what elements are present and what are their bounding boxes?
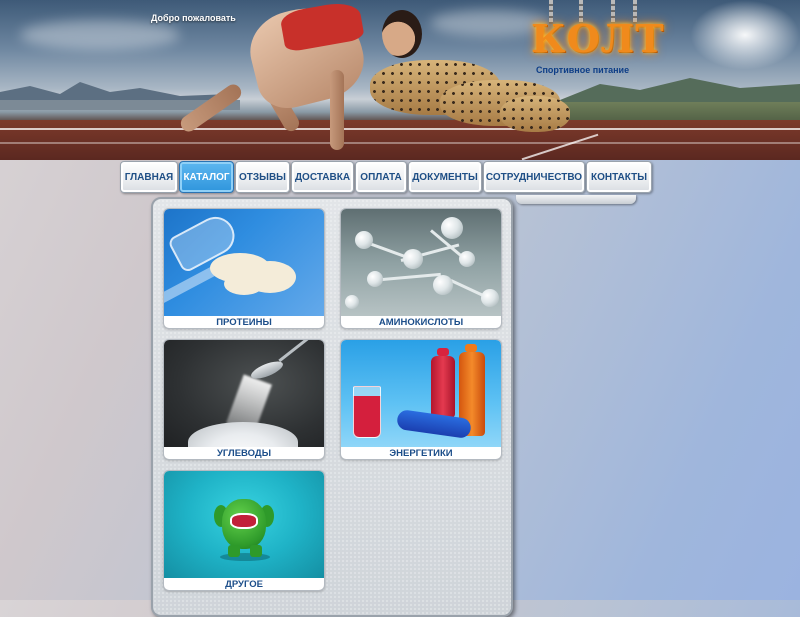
monster-mouth [230, 513, 258, 529]
lane-line [0, 142, 800, 144]
nav-item-contacts[interactable]: КОНТАКТЫ [586, 161, 652, 193]
category-label: ДРУГОЕ [225, 579, 263, 590]
lane-line [521, 133, 599, 160]
atom [441, 217, 463, 239]
nav-underline [516, 195, 636, 204]
bottle-cap [437, 348, 449, 356]
energy-drinks-image [341, 340, 501, 447]
protein-powder-image [164, 209, 324, 316]
lane-line [0, 128, 800, 130]
catalog-panel: ПРОТЕИНЫ АМИНОКИСЛОТЫ УГЛЕВОДЫ ЭНЕРГЕТИК… [151, 197, 513, 617]
category-card-carbs[interactable]: УГЛЕВОДЫ [163, 339, 325, 460]
sugar-pile [188, 422, 298, 447]
bottle-cap [465, 344, 477, 352]
category-label: УГЛЕВОДЫ [216, 448, 272, 459]
welcome-text: Добро пожаловать [151, 13, 236, 23]
atom [403, 249, 423, 269]
atom [459, 251, 475, 267]
site-logo[interactable]: КОЛТ [531, 20, 665, 58]
atom [355, 231, 373, 249]
nav-item-documents[interactable]: ДОКУМЕНТЫ [408, 161, 482, 193]
header-banner: Добро пожаловать КОЛТ Спортивное питание [0, 0, 800, 160]
cheetah [500, 96, 570, 132]
nav-item-reviews[interactable]: ОТЗЫВЫ [235, 161, 290, 193]
category-label: АМИНОКИСЛОТЫ [378, 317, 464, 328]
nav-item-catalog[interactable]: КАТАЛОГ [179, 161, 234, 193]
sugar-spoon-image [164, 340, 324, 447]
atom [367, 271, 383, 287]
category-label: ПРОТЕИНЫ [216, 317, 272, 328]
category-card-other[interactable]: ДРУГОЕ [163, 470, 325, 591]
powder [276, 279, 288, 287]
green-monster-image [164, 471, 324, 578]
nav-item-delivery[interactable]: ДОСТАВКА [291, 161, 354, 193]
nav-item-payment[interactable]: ОПЛАТА [355, 161, 407, 193]
category-card-energy-drinks[interactable]: ЭНЕРГЕТИКИ [340, 339, 502, 460]
atom [345, 295, 359, 309]
category-card-amino-acids[interactable]: АМИНОКИСЛОТЫ [340, 208, 502, 329]
molecule-image [341, 209, 501, 316]
site-tagline: Спортивное питание [536, 65, 630, 75]
monster-leg [250, 545, 262, 557]
atom [481, 289, 499, 307]
sun-glow [690, 0, 800, 70]
category-label: ЭНЕРГЕТИКИ [389, 448, 453, 459]
running-track [0, 120, 800, 160]
athlete-arm [330, 70, 344, 150]
red-bottle [431, 356, 455, 418]
nav-item-cooperation[interactable]: СОТРУДНИЧЕСТВО [483, 161, 585, 193]
category-card-proteins[interactable]: ПРОТЕИНЫ [163, 208, 325, 329]
cloud [20, 20, 180, 50]
athlete-head [382, 10, 422, 58]
glass [353, 386, 381, 438]
powder [224, 273, 264, 295]
atom [433, 275, 453, 295]
spoon-handle [278, 340, 320, 363]
monster-leg [228, 545, 240, 557]
nav-item-home[interactable]: ГЛАВНАЯ [120, 161, 178, 193]
